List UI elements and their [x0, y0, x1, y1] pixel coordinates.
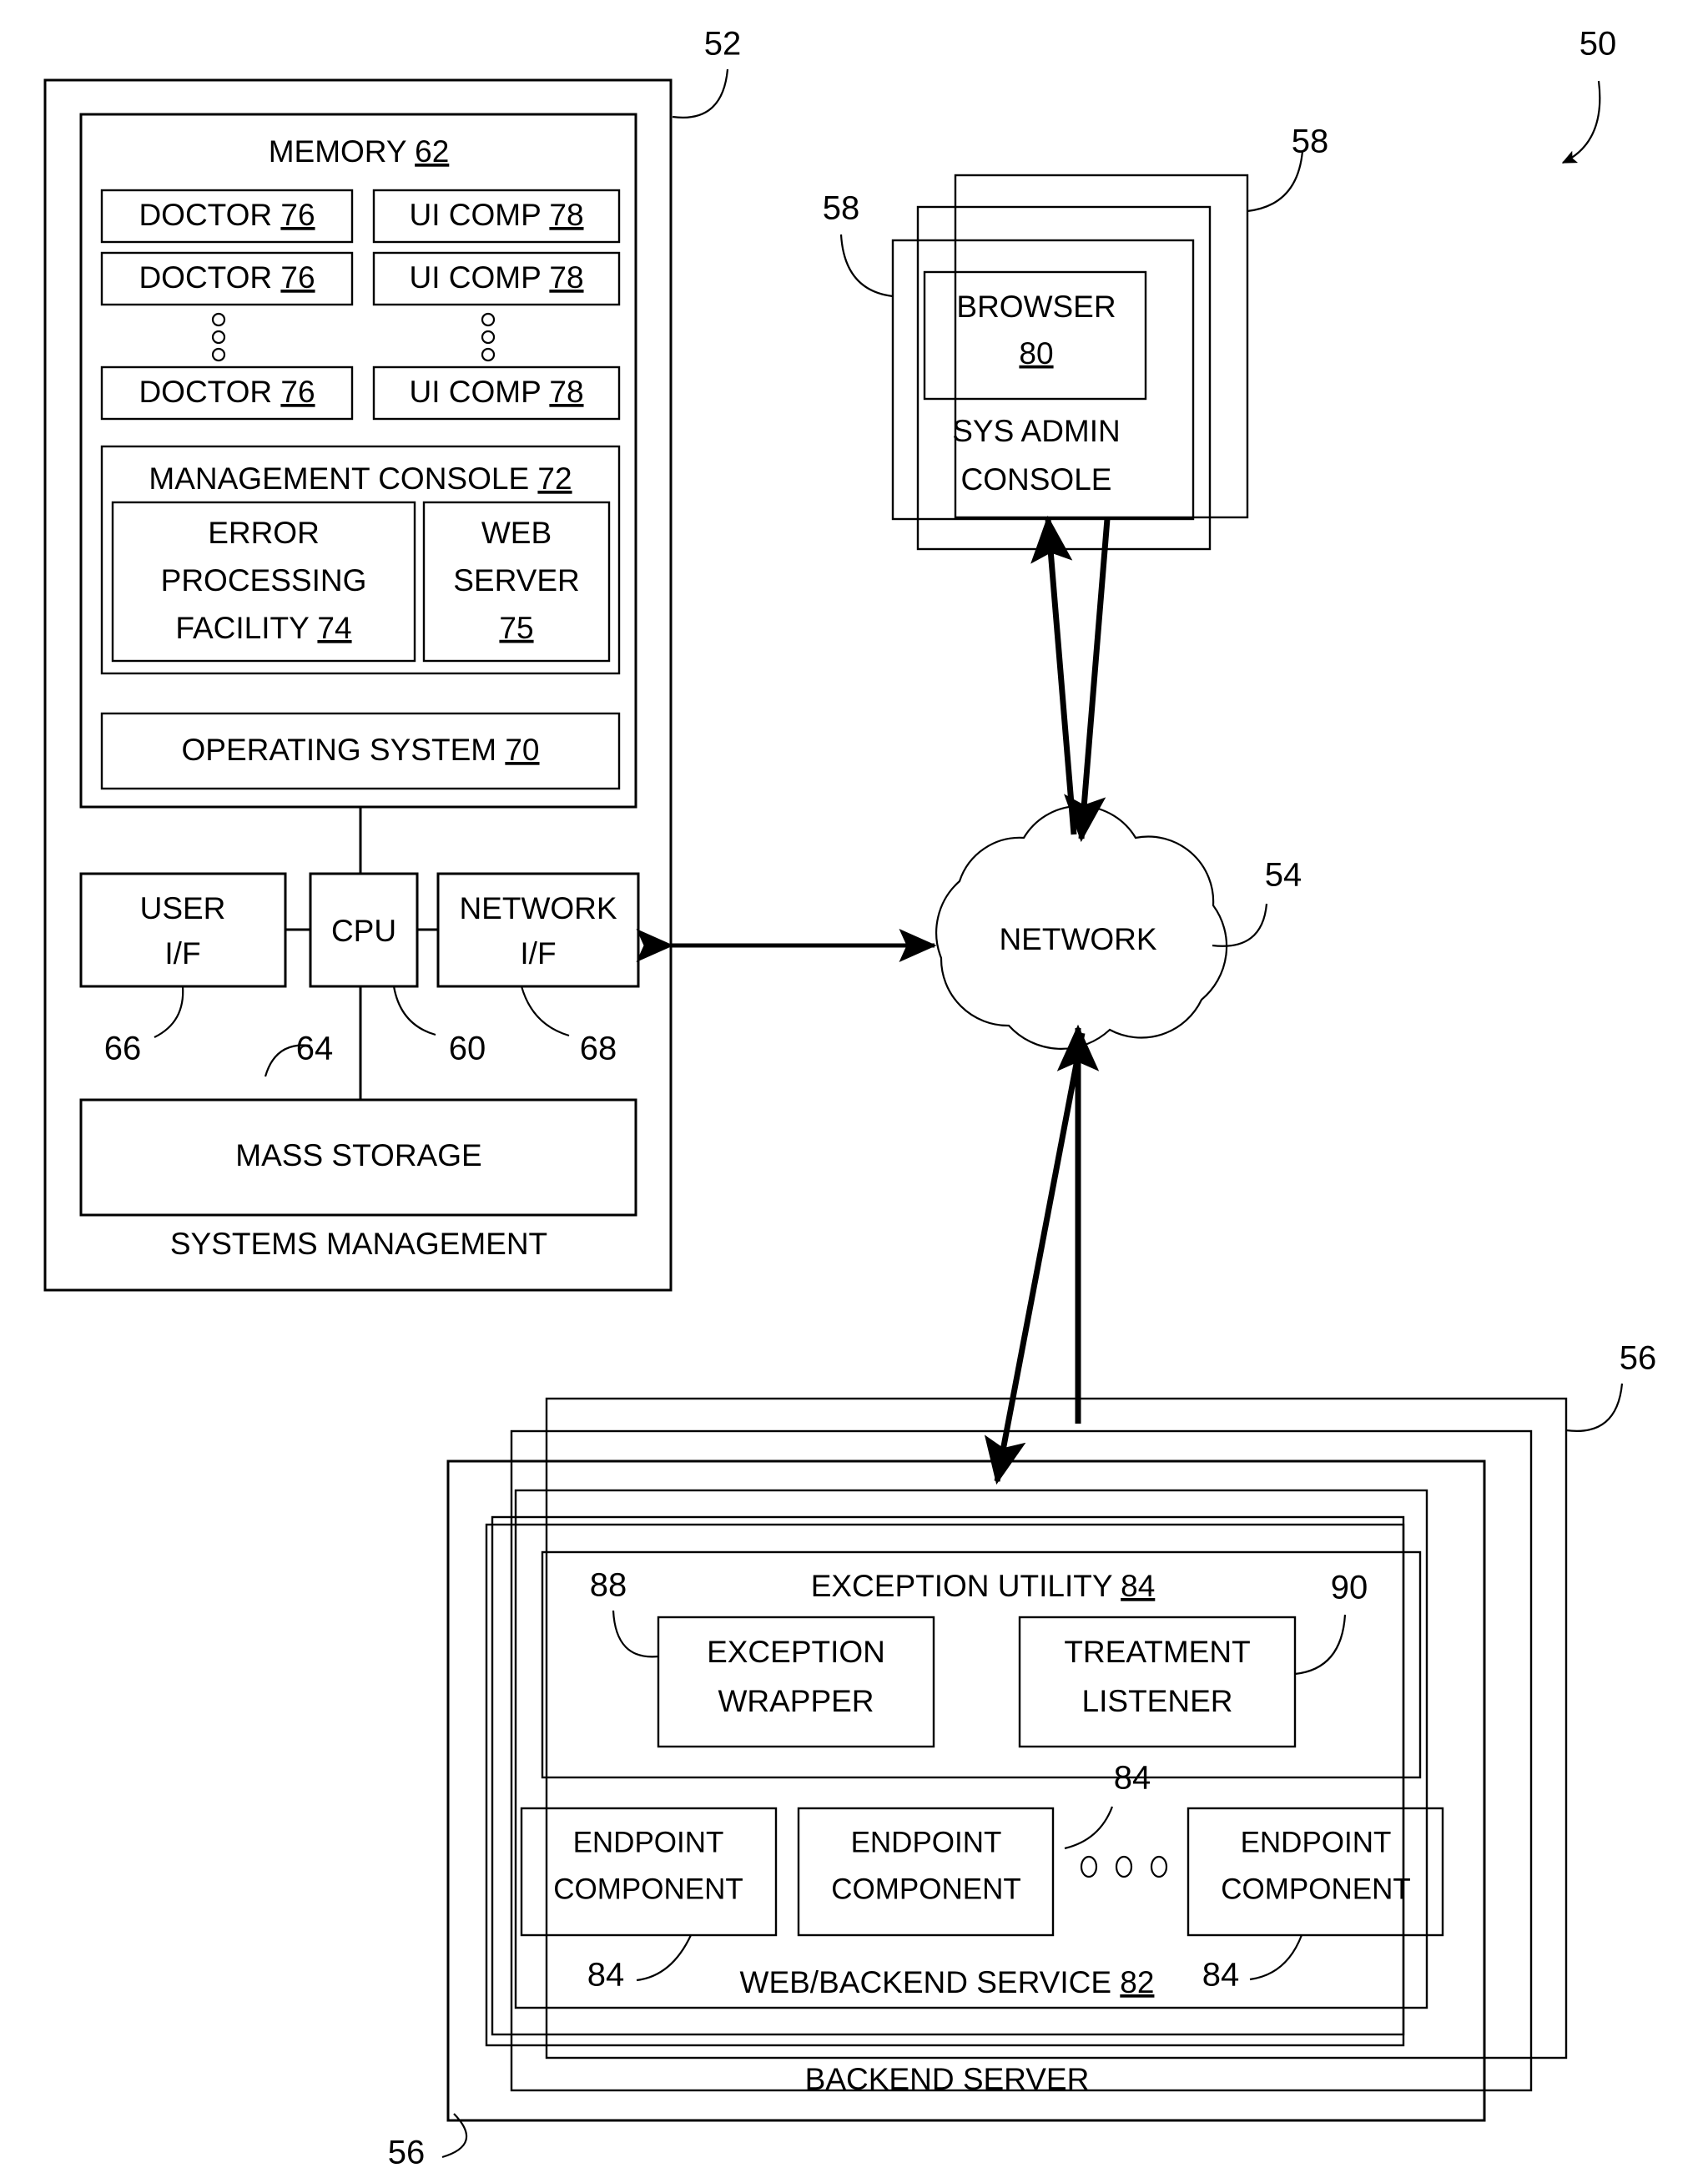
lead-line-52 — [672, 68, 729, 118]
endpoint-component-1-line1: ENDPOINT — [573, 1826, 724, 1858]
cpu-label: CPU — [331, 914, 396, 948]
management-console-label: MANAGEMENT CONSOLE 72 — [149, 461, 572, 496]
web-backend-service-label: WEB/BACKEND SERVICE 82 — [740, 1965, 1155, 1999]
cloud-to-console-arrow-up — [1030, 515, 1077, 835]
figure-canvas: MEMORY 62 DOCTOR 76 DOCTOR 76 DOCTOR 76 … — [0, 0, 1708, 2183]
endpoint-component-1-line2: COMPONENT — [553, 1873, 743, 1905]
ellipsis-dot-doctor-3 — [211, 347, 226, 362]
patent-diagram-svg: MEMORY 62 DOCTOR 76 DOCTOR 76 DOCTOR 76 … — [43, 26, 1657, 2171]
backend-server-label: BACKEND SERVER — [805, 2062, 1090, 2096]
console-to-cloud-arrow-down — [1064, 518, 1111, 843]
lead-line-88 — [612, 1610, 659, 1658]
treatment-listener-line1: TREATMENT — [1064, 1635, 1250, 1669]
backend-server-stack-back — [545, 1397, 1568, 2059]
ref-52: 52 — [704, 26, 742, 63]
cloud-to-backend-arrow-down — [984, 1032, 1086, 1485]
lead-line-66 — [154, 986, 184, 1038]
ref-58-left: 58 — [823, 190, 860, 227]
treatment-listener-line2: LISTENER — [1082, 1684, 1233, 1718]
mass-storage-label: MASS STORAGE — [235, 1138, 481, 1172]
lead-line-58-right — [1247, 150, 1304, 213]
exception-wrapper-line1: EXCEPTION — [707, 1635, 885, 1669]
ref-88: 88 — [590, 1567, 627, 1604]
user-if-line1: USER — [140, 891, 226, 925]
endpoint-component-3-line1: ENDPOINT — [1241, 1826, 1392, 1858]
systems-management-label: SYSTEMS MANAGEMENT — [170, 1227, 547, 1261]
doctor-label-1: DOCTOR 76 — [139, 198, 315, 232]
lead-line-50 — [1561, 80, 1601, 164]
endpoint-component-2-line1: ENDPOINT — [851, 1826, 1002, 1858]
error-processing-facility-line1: ERROR — [208, 516, 320, 550]
ellipsis-dot-uicomp-1 — [481, 312, 496, 327]
endpoint-component-3-line2: COMPONENT — [1221, 1873, 1411, 1905]
ref-84-mid: 84 — [1114, 1760, 1151, 1797]
ref-66: 66 — [104, 1031, 142, 1067]
network-if-line1: NETWORK — [459, 891, 617, 925]
lead-line-60 — [392, 986, 436, 1036]
network-if-line2: I/F — [520, 936, 556, 971]
sys-admin-console-line1: SYS ADMIN — [952, 414, 1121, 448]
backend-server-front — [446, 1460, 1486, 2122]
ref-56-bottom: 56 — [388, 2135, 426, 2171]
lead-line-84-mid — [1064, 1806, 1114, 1850]
ref-54: 54 — [1265, 857, 1302, 894]
endpoint-component-2-line2: COMPONENT — [831, 1873, 1021, 1905]
error-processing-facility-line3: FACILITY 74 — [175, 611, 351, 645]
user-if-line2: I/F — [164, 936, 200, 971]
ellipsis-dot-uicomp-2 — [481, 330, 496, 345]
ui-comp-label-2: UI COMP 78 — [409, 260, 583, 295]
ref-50: 50 — [1580, 26, 1617, 63]
lead-line-56-top — [1565, 1383, 1624, 1432]
web-server-line2: SERVER — [453, 563, 580, 597]
memory-label: MEMORY 62 — [269, 134, 450, 169]
doctor-label-2: DOCTOR 76 — [139, 260, 315, 295]
ref-56-top: 56 — [1620, 1340, 1657, 1377]
operating-system-label: OPERATING SYSTEM 70 — [181, 733, 539, 767]
ellipsis-dot-endpoint-2 — [1115, 1855, 1133, 1878]
ui-comp-label-3: UI COMP 78 — [409, 375, 583, 409]
exception-wrapper-line2: WRAPPER — [718, 1684, 874, 1718]
ellipsis-dot-doctor-1 — [211, 312, 226, 327]
exception-utility-label: EXCEPTION UTILITY 84 — [811, 1569, 1156, 1603]
ref-90: 90 — [1331, 1570, 1368, 1606]
ref-60: 60 — [449, 1031, 486, 1067]
error-processing-facility-line2: PROCESSING — [161, 563, 367, 597]
ellipsis-dot-uicomp-3 — [481, 347, 496, 362]
lead-line-68 — [520, 986, 570, 1037]
network-cloud-label: NETWORK — [999, 922, 1156, 956]
doctor-label-3: DOCTOR 76 — [139, 375, 315, 409]
ref-84-left: 84 — [587, 1957, 625, 1994]
browser-ref: 80 — [1019, 336, 1053, 371]
web-server-ref: 75 — [499, 611, 533, 645]
ellipsis-dot-endpoint-3 — [1150, 1855, 1168, 1878]
ellipsis-dot-endpoint-1 — [1080, 1855, 1098, 1878]
ref-64: 64 — [296, 1031, 334, 1067]
ref-68: 68 — [580, 1031, 617, 1067]
browser-label: BROWSER — [956, 290, 1116, 324]
web-server-line1: WEB — [481, 516, 552, 550]
ellipsis-dot-doctor-2 — [211, 330, 226, 345]
sys-admin-console-stack-mid — [916, 205, 1212, 551]
ref-58-right: 58 — [1292, 124, 1329, 160]
ref-84-right: 84 — [1202, 1957, 1240, 1994]
lead-line-58-left — [839, 234, 894, 298]
sys-admin-console-line2: CONSOLE — [961, 462, 1112, 497]
lead-line-84-right — [1249, 1934, 1303, 1981]
lead-line-90 — [1294, 1614, 1347, 1676]
ui-comp-label-1: UI COMP 78 — [409, 198, 583, 232]
lead-line-84-left — [636, 1934, 692, 1982]
